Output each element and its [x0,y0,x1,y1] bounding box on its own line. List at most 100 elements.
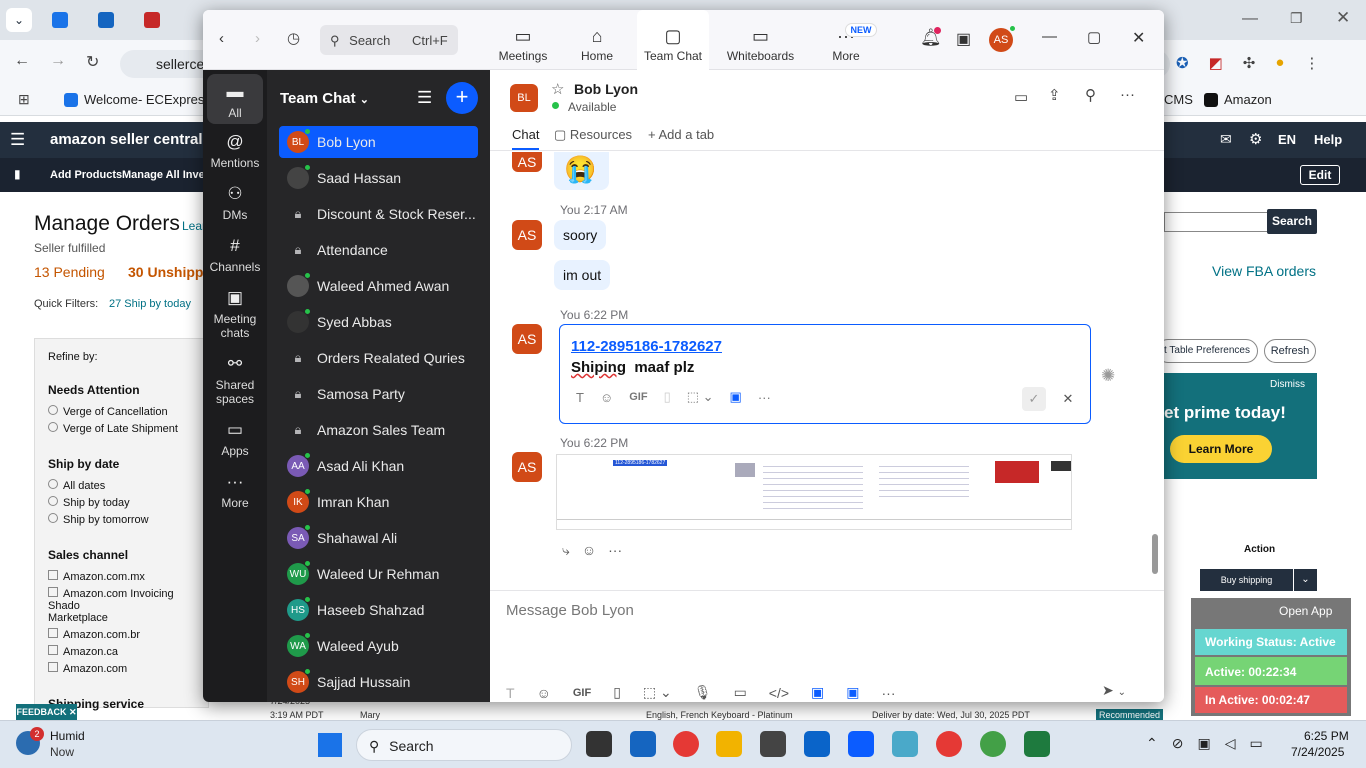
feedback-tab[interactable]: FEEDBACK ✕ [16,704,77,720]
chat-list-item[interactable]: 🔒︎ Orders Realated Quries [279,342,478,374]
filter-option[interactable]: Verge of Late Shipment [48,422,195,435]
tab-chat[interactable]: Chat [512,127,540,150]
more-actions-icon[interactable]: ··· [608,542,622,559]
cancel-edit-button[interactable]: ✕ [1056,387,1080,411]
team-chat-heading[interactable]: Team Chat ⌄ [280,90,369,107]
mail-icon[interactable]: ✉ [1220,131,1232,148]
chat-search-icon[interactable]: ⚲ [1085,86,1096,104]
chat-list-item[interactable]: AA Asad Ali Khan [279,450,478,482]
menu-dots-icon[interactable]: ⋮ [1304,54,1319,72]
table-preferences-button[interactable]: t Table Preferences [1156,339,1258,363]
screenshot-icon[interactable]: ⬚ ⌄ [687,389,714,405]
app-icon[interactable]: ▣ [730,389,742,405]
chrome-icon[interactable] [673,731,699,757]
amazon-logo[interactable]: amazon seller central [50,131,203,148]
tab-icon-2[interactable] [98,12,114,28]
chat-list-item[interactable]: SH Sajjad Hussain [279,666,478,698]
weather-label[interactable]: Humid [50,729,85,743]
chat-list-item[interactable]: WU Waleed Ur Rehman [279,558,478,590]
gif-icon[interactable]: GIF [573,687,591,699]
back-icon[interactable]: ← [14,52,30,70]
filter-option[interactable]: Ship by today [48,496,195,509]
contact-name[interactable]: Bob Lyon [574,81,638,97]
nav-team-chat[interactable]: ▢ Team Chat [637,10,709,71]
video-message-icon[interactable]: ▭ [734,684,747,701]
app-icon[interactable]: ▣ [811,684,824,701]
task-view-icon[interactable] [586,731,612,757]
chat-list-item[interactable]: BL Bob Lyon [279,126,478,158]
settings-icon[interactable]: ⚙ [1249,130,1262,148]
filter-option[interactable]: Amazon.com Invoicing Shado [48,587,195,612]
language-selector[interactable]: EN [1278,132,1296,147]
ec-tab-icon[interactable] [52,12,68,28]
reply-icon[interactable]: ⤷ [562,542,570,559]
view-fba-orders-link[interactable]: View FBA orders [1212,263,1316,279]
confirm-edit-button[interactable]: ✓ [1022,387,1046,411]
new-chat-button[interactable]: + [446,82,478,114]
restore-browser-button[interactable]: ❐ [1290,10,1303,27]
tab-resources[interactable]: ▢ Resources [554,127,632,143]
unshipped-tab[interactable]: 30 Unshippe [128,264,211,280]
add-products-link[interactable]: Add Products [50,169,122,181]
maximize-button[interactable]: ▢ [1087,28,1101,46]
microphone-icon[interactable]: 🎙︎ [694,684,712,701]
file-explorer-icon[interactable] [716,731,742,757]
edit-text[interactable]: Shiping maaf plz [571,359,694,376]
start-button[interactable] [318,733,342,757]
emoji-icon[interactable]: ☺ [600,390,613,405]
format-text-icon[interactable]: T [576,390,584,405]
user-avatar[interactable]: AS [989,25,1016,52]
store-icon[interactable] [630,731,656,757]
help-link[interactable]: Help [1314,132,1342,147]
file-icon[interactable]: ▯ [664,389,671,405]
minimize-button[interactable]: — [1042,28,1057,45]
chrome-profile-icon[interactable] [936,731,962,757]
clock-date[interactable]: 7/24/2025 [1291,745,1344,759]
volume-icon[interactable]: ◁ [1225,735,1236,752]
react-icon[interactable]: ☺ [582,542,596,559]
screenshot-attachment[interactable]: 112-2895186-1782627 [556,454,1072,530]
history-icon[interactable]: ◷ [287,29,300,47]
minimize-browser-button[interactable]: — [1242,10,1258,28]
add-tab-button[interactable]: + Add a tab [648,127,714,142]
hamburger-icon[interactable]: ☰ [10,130,25,150]
close-button[interactable]: ✕ [1132,28,1145,48]
ship-by-today-filter[interactable]: 27 Ship by today [109,298,191,310]
screenshot-icon[interactable]: ⬚ ⌄ [643,684,672,701]
bookmark-welcome[interactable]: Welcome- ECExpres... [64,92,215,107]
buy-shipping-dropdown[interactable]: ⌄ [1294,569,1317,591]
scrollbar[interactable] [1152,154,1158,574]
buy-shipping-button[interactable]: Buy shipping [1200,569,1293,591]
chat-list-item[interactable]: HS Haseeb Shahzad [279,594,478,626]
apps-grid-icon[interactable]: ⊞ [18,91,30,108]
reload-icon[interactable]: ↻ [86,52,99,72]
contact-avatar[interactable]: BL [510,84,538,112]
filter-option[interactable]: Amazon.com [48,662,195,675]
app-icon-2[interactable]: ▣ [846,684,859,701]
rail-more[interactable]: ··· More [203,472,267,510]
puzzle-icon[interactable]: ✣ [1243,54,1256,72]
clock-time[interactable]: 6:25 PM [1304,729,1349,743]
chevron-up-icon[interactable]: ⌃ [1146,735,1158,752]
calculator-icon[interactable] [760,731,786,757]
chat-list-item[interactable]: 🔒︎ Samosa Party [279,378,478,410]
nav-whiteboards[interactable]: ▭ Whiteboards [723,10,798,70]
bookmark-cms[interactable]: CMS [1164,92,1193,107]
rail-dms[interactable]: ⚇ DMs [203,184,267,222]
gif-icon[interactable]: GIF [629,391,647,403]
chrome-profile-icon-2[interactable] [980,731,1006,757]
chat-list-item[interactable]: IK Imran Khan [279,486,478,518]
filter-icon[interactable]: ☰ [417,88,432,108]
filter-option[interactable]: Amazon.ca [48,645,195,658]
zoom-back-icon[interactable]: ‹ [219,30,224,47]
chat-list-item[interactable]: 🔒︎ Discount & Stock Reser... [279,198,478,230]
network-icon[interactable]: ▣ [1197,735,1210,752]
filter-option[interactable]: Amazon.com.br [48,628,195,641]
edit-button[interactable]: Edit [1300,165,1340,185]
rail-mentions[interactable]: @ Mentions [203,132,267,170]
open-app-button[interactable]: Open App [1279,604,1332,618]
app-icon[interactable] [892,731,918,757]
file-icon[interactable]: ▯ [613,684,621,701]
message-input[interactable]: Message Bob Lyon [506,602,1146,662]
rail-channels[interactable]: # Channels [203,236,267,274]
